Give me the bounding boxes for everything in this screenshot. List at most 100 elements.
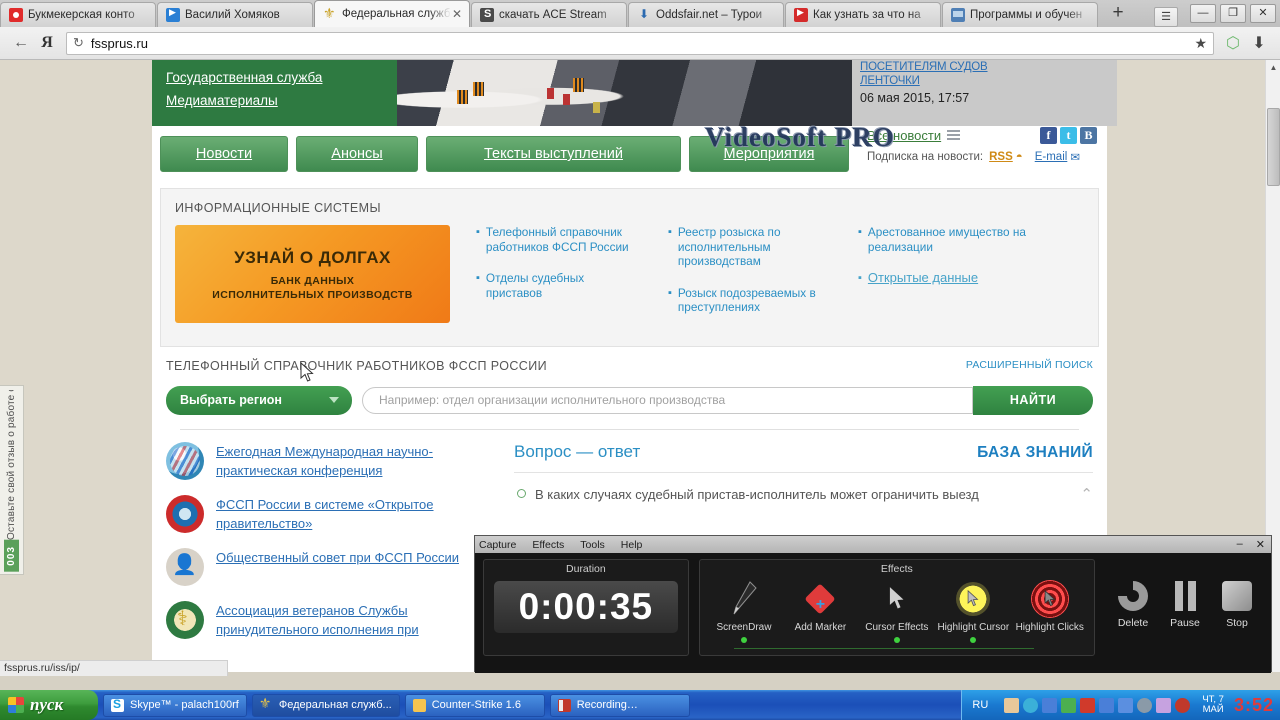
list-item[interactable]: ▪ Розыск подозреваемых в преступлениях [668,286,832,315]
list-item[interactable]: ▪ Открытые данные [858,270,1042,286]
address-bar[interactable]: ↻ fssprus.ru ★ [66,31,1214,55]
list-item[interactable]: ▪ Телефонный справочник работников ФССП … [476,225,642,254]
menu-item-effects[interactable]: Effects [532,539,564,551]
promo-link-public-council[interactable]: Общественный совет при ФССП России [216,548,459,567]
reload-icon[interactable]: ↻ [73,35,84,51]
taskbar-item-skype[interactable]: Skype™ - palach100rf [103,693,247,717]
region-select[interactable]: Выбрать регион [166,385,352,415]
download-icon[interactable]: ⬇ [1246,33,1272,53]
tray-icon-avatar[interactable] [1004,697,1020,713]
hero-news-headline-line2[interactable]: ЛЕНТОЧКИ [860,74,1109,88]
nav-button-meropriyatiya[interactable]: Мероприятия [689,136,849,172]
list-item[interactable]: Ассоциация ветеранов Службы принудительн… [166,600,496,639]
browser-tab-0[interactable]: Букмекерская конто [0,2,156,27]
language-indicator[interactable]: RU [972,699,988,711]
screen-recorder-window[interactable]: Capture Effects Tools Help – ✕ Duration … [474,535,1272,673]
hero-news-headline-line1[interactable]: ПОСЕТИТЕЛЯМ СУДОВ [860,60,1109,74]
advanced-search-link[interactable]: РАСШИРЕННЫЙ ПОИСК [966,359,1093,371]
taskbar-item-recording[interactable]: Recording… [549,693,690,717]
menu-item-tools[interactable]: Tools [580,539,605,551]
feedback-side-tab[interactable]: 003 Оставьте свой отзыв о работе сайта [0,385,24,575]
pause-button[interactable]: Pause [1159,575,1211,629]
nav-button-novosti[interactable]: Новости [160,136,288,172]
menu-item-capture[interactable]: Capture [479,539,516,551]
chevron-up-icon[interactable]: ⌃ [1080,485,1093,504]
tray-icon-network[interactable] [1023,697,1039,713]
taskbar-item-fssp[interactable]: Федеральная служб... [251,693,400,717]
debts-banner[interactable]: УЗНАЙ О ДОЛГАХ БАНК ДАННЫХ ИСПОЛНИТЕЛЬНЫ… [175,225,450,323]
tray-icon-pencil[interactable] [1156,697,1172,713]
tray-icon-shield[interactable] [1175,697,1191,713]
info-link-phone-directory[interactable]: Телефонный справочник работников ФССП Ро… [486,225,642,254]
rss-link[interactable]: RSS [989,151,1013,163]
facebook-icon[interactable]: f [1040,127,1057,144]
info-link-seized-property[interactable]: Арестованное имущество на реализации [868,225,1042,254]
list-item[interactable]: ▪ Арестованное имущество на реализации [858,225,1042,254]
tray-date[interactable]: ЧТ, 7 МАЙ [1202,695,1224,715]
minimize-button[interactable]: – [1237,538,1243,551]
effect-highlight-clicks[interactable]: Highlight Clicks [1012,577,1088,643]
start-button[interactable]: пуск [0,690,98,720]
promo-link-conference[interactable]: Ежегодная Международная научно-практичес… [216,442,496,480]
close-button[interactable]: ✕ [1256,538,1265,551]
bookmark-star-icon[interactable]: ★ [1194,35,1207,52]
tray-clock[interactable]: 3:52 [1234,695,1274,716]
email-link[interactable]: E-mail [1035,151,1068,163]
promo-link-open-government[interactable]: ФССП России в системе «Открытое правител… [216,495,496,533]
list-item[interactable]: Ежегодная Международная научно-практичес… [166,441,496,480]
hero-link-mediamaterialy[interactable]: Медиаматериалы [166,93,383,108]
info-link-search-registry[interactable]: Реестр розыска по исполнительным произво… [678,225,832,269]
yandex-logo-icon[interactable]: Я [34,34,60,52]
twitter-icon[interactable]: t [1060,127,1077,144]
search-input[interactable]: Например: отдел организации исполнительн… [362,386,973,414]
vkontakte-icon[interactable]: B [1080,127,1097,144]
browser-tab-2[interactable]: Федеральная служб ✕ [314,0,470,27]
browser-tab-3[interactable]: скачать ACE Stream [471,2,627,27]
effect-add-marker[interactable]: Add Marker [782,577,858,643]
list-item[interactable]: ФССП России в системе «Открытое правител… [166,494,496,533]
all-news-link[interactable]: Все новости [867,128,941,143]
browser-tab-4[interactable]: Oddsfair.net – Турои [628,2,784,27]
info-link-suspect-search[interactable]: Розыск подозреваемых в преступлениях [678,286,832,315]
qa-question-item[interactable]: В каких случаях судебный пристав-исполни… [514,485,1093,504]
list-item[interactable]: ▪ Отделы судебных приставов [476,271,642,300]
effect-screendraw[interactable]: ScreenDraw [706,577,782,643]
browser-menu-icon[interactable]: ☰ [1154,7,1178,27]
effect-cursor-effects[interactable]: Cursor Effects [859,577,935,643]
new-tab-button[interactable]: + [1105,3,1131,25]
tray-icon-puzzle[interactable] [1042,697,1058,713]
browser-tab-1[interactable]: Василий Хомяков [157,2,313,27]
knowledge-base-link[interactable]: БАЗА ЗНАНИЙ [977,444,1093,462]
tray-icon-disc[interactable] [1137,697,1153,713]
stop-button[interactable]: Stop [1211,575,1263,629]
list-item[interactable]: ▪ Реестр розыска по исполнительным произ… [668,225,832,269]
close-icon[interactable]: ✕ [451,8,463,20]
scrollbar-thumb[interactable] [1267,108,1280,186]
nav-button-anonsy[interactable]: Анонсы [296,136,418,172]
restore-button[interactable]: ❐ [1220,3,1246,23]
minimize-button[interactable]: — [1190,3,1216,23]
tray-icon-sync[interactable] [1099,697,1115,713]
tray-icon-check[interactable] [1061,697,1077,713]
tray-icon-puzzle-2[interactable] [1118,697,1134,713]
info-link-bailiff-departments[interactable]: Отделы судебных приставов [486,271,642,300]
shield-icon[interactable]: ⬡ [1220,33,1246,53]
promo-link-veterans-association[interactable]: Ассоциация ветеранов Службы принудительн… [216,601,496,639]
effect-highlight-cursor[interactable]: Highlight Cursor [935,577,1011,643]
browser-tab-5[interactable]: Как узнать за что на [785,2,941,27]
info-link-open-data[interactable]: Открытые данные [868,270,978,286]
close-button[interactable]: ✕ [1250,3,1276,23]
duration-value: 0:00:35 [494,581,678,633]
globe-flags-icon [166,441,204,480]
taskbar-item-counter-strike[interactable]: Counter-Strike 1.6 [404,693,545,717]
scroll-up-arrow-icon[interactable]: ▲ [1266,60,1280,75]
menu-item-help[interactable]: Help [621,539,643,551]
browser-tab-6[interactable]: Программы и обучен [942,2,1098,27]
hero-link-gos-sluzhba[interactable]: Государственная служба [166,70,383,85]
list-item[interactable]: Общественный совет при ФССП России [166,547,496,586]
delete-button[interactable]: Delete [1107,575,1159,629]
tray-icon-antivirus[interactable] [1080,697,1096,713]
nav-button-teksty-vystupleniy[interactable]: Тексты выступлений [426,136,681,172]
back-icon[interactable]: ← [8,34,34,52]
search-button[interactable]: НАЙТИ [973,385,1093,415]
